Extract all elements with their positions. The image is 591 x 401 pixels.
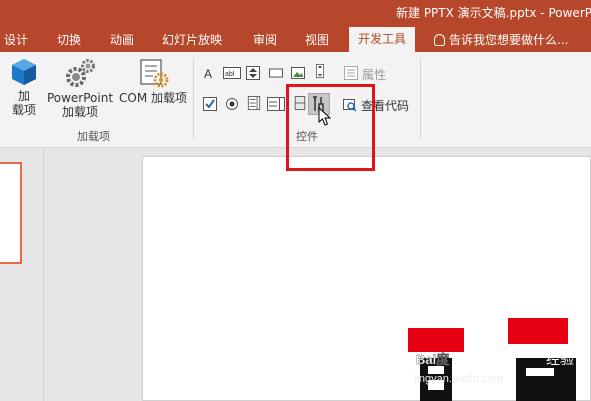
tell-me-box[interactable]: 告诉我您想要做什么...	[434, 31, 568, 48]
spinbutton-control-icon[interactable]	[246, 66, 260, 80]
svg-text:A: A	[204, 67, 212, 80]
baidu-watermark-logo: Bai度 经验 jingyan.baidu.com	[408, 318, 576, 401]
gears-icon	[66, 59, 95, 87]
title-bar: 新建 PPTX 演示文稿.pptx - PowerPoint	[0, 0, 591, 26]
com-addins-icon	[140, 59, 169, 88]
textbox-control-icon[interactable]: abl	[223, 66, 241, 80]
watermark-jingyan: 经验	[546, 352, 574, 368]
properties-button[interactable]: 属性	[362, 66, 386, 83]
button-control-icon[interactable]	[269, 66, 283, 80]
lightbulb-icon	[434, 34, 445, 46]
slide-thumbnail[interactable]	[0, 162, 22, 264]
window-title: 新建 PPTX 演示文稿.pptx - PowerPoint	[396, 6, 591, 20]
ribbon-tabs: 设计 切换 动画 幻灯片放映 审阅 视图 开发工具 告诉我您想要做什么...	[0, 26, 591, 52]
powerpoint-addins-button[interactable]: PowerPoint 加载项	[46, 58, 114, 119]
checkbox-control-icon[interactable]	[203, 97, 217, 111]
tab-animations[interactable]: 动画	[110, 31, 134, 48]
watermark-url: jingyan.baidu.com	[413, 373, 503, 385]
slide-thumbnail-pane	[0, 148, 44, 401]
image-control-icon[interactable]	[291, 66, 305, 80]
properties-icon[interactable]	[344, 66, 358, 80]
addins-label-2: 载项	[11, 103, 36, 117]
listbox-control-icon[interactable]	[247, 96, 261, 110]
tab-review[interactable]: 审阅	[253, 31, 277, 48]
svg-text:abl: abl	[225, 71, 235, 78]
addins-group-label: 加载项	[77, 130, 110, 143]
tab-slideshow[interactable]: 幻灯片放映	[162, 31, 222, 48]
com-addins-button[interactable]: COM 加载项	[116, 58, 190, 105]
addins-button[interactable]: 加 载项	[6, 58, 42, 117]
radio-control-icon[interactable]	[225, 97, 239, 111]
tell-me-text: 告诉我您想要做什么...	[449, 33, 569, 47]
group-divider	[420, 58, 421, 140]
com-addins-label: COM 加载项	[119, 91, 187, 105]
scrollbar-control-icon[interactable]	[313, 64, 327, 78]
pp-addins-label-2: 加载项	[61, 105, 98, 119]
pp-addins-label-1: PowerPoint	[46, 91, 114, 105]
combobox-control-icon[interactable]	[267, 97, 285, 111]
addins-icon	[12, 59, 36, 85]
addins-label-1: 加	[17, 89, 30, 103]
tab-view[interactable]: 视图	[305, 31, 329, 48]
tab-transitions[interactable]: 切换	[57, 31, 81, 48]
tab-design[interactable]: 设计	[4, 31, 28, 48]
label-control-icon[interactable]: A	[202, 66, 216, 80]
group-divider	[193, 58, 194, 140]
highlight-box	[286, 84, 375, 171]
tab-developer[interactable]: 开发工具	[349, 27, 416, 52]
watermark-brand: Bai度	[416, 352, 450, 367]
